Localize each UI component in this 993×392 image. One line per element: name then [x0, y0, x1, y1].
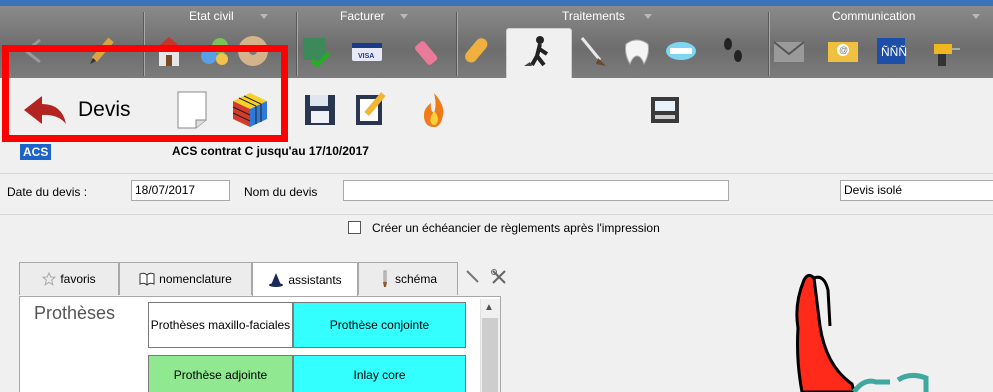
email-icon[interactable]: @ — [826, 34, 860, 68]
button-prothese-adjointe[interactable]: Prothèse adjointe — [148, 355, 293, 392]
acs-badge: ACS — [20, 144, 52, 160]
tab-tools[interactable] — [486, 262, 512, 295]
wizard-hat-icon — [268, 272, 284, 288]
app-window: Etat civil Facturer Traitements Communic… — [0, 0, 993, 392]
pen-icon — [465, 269, 481, 288]
button-prothese-conjointe[interactable]: Prothèse conjointe — [293, 302, 466, 348]
schedule-checkbox-label[interactable]: Créer un échéancier de règlements après … — [372, 221, 660, 235]
tab-schema-label: schéma — [394, 272, 438, 286]
tab-nomenclature[interactable]: nomenclature — [119, 262, 252, 295]
group-label-etat-civil[interactable]: Etat civil — [189, 9, 234, 23]
visa-card-icon[interactable]: VISA — [350, 34, 384, 68]
edit-pencil-icon — [356, 92, 386, 125]
button-inlay-core[interactable]: Inlay core — [293, 355, 466, 392]
panel-title: Prothèses — [34, 303, 116, 323]
tooth-icon[interactable] — [620, 34, 654, 68]
dentures-icon[interactable] — [664, 34, 698, 68]
tools-icon — [490, 268, 508, 289]
flame-icon — [423, 93, 444, 127]
svg-text:VISA: VISA — [358, 53, 374, 60]
star-icon — [42, 272, 57, 286]
tab-assistants[interactable]: assistants — [252, 262, 358, 296]
worker-dig-icon[interactable] — [520, 34, 554, 68]
tab-assistants-label: assistants — [288, 272, 342, 287]
contacts-icon[interactable]: ÑÑÑ — [874, 34, 908, 68]
devis-type-field[interactable]: Devis isolé — [840, 180, 993, 201]
tab-nomenclature-label: nomenclature — [159, 272, 232, 286]
pill-icon[interactable] — [460, 34, 494, 68]
schedule-checkbox[interactable] — [348, 221, 361, 234]
chevron-down-icon[interactable] — [400, 14, 408, 19]
group-label-facturer[interactable]: Facturer — [340, 9, 385, 23]
invoice-check-icon[interactable] — [300, 34, 334, 68]
scanner-icon — [651, 97, 679, 123]
footprints-icon[interactable] — [716, 34, 750, 68]
brush-icon[interactable] — [576, 34, 610, 68]
group-label-traitements[interactable]: Traitements — [562, 9, 625, 23]
date-field[interactable]: 18/07/2017 — [131, 180, 230, 201]
tab-favoris[interactable]: favoris — [19, 262, 119, 295]
drill-icon[interactable] — [928, 34, 962, 68]
name-field[interactable] — [343, 180, 729, 201]
scrollbar-thumb[interactable] — [482, 318, 498, 392]
tab-pen[interactable] — [458, 262, 488, 295]
date-label: Date du devis : — [7, 185, 88, 199]
book-icon — [139, 272, 155, 286]
group-label-communication[interactable]: Communication — [832, 9, 915, 23]
tab-schema[interactable]: schéma — [358, 262, 458, 295]
name-label: Nom du devis — [244, 185, 318, 199]
envelope-icon[interactable] — [772, 34, 806, 68]
scroll-up-icon[interactable]: ▲ — [484, 302, 494, 313]
tooth-schema-drawing[interactable] — [780, 270, 993, 392]
toolbar-separator — [456, 12, 458, 76]
chevron-down-icon[interactable] — [972, 14, 980, 19]
brush-icon — [379, 270, 391, 288]
edit-button[interactable] — [350, 86, 394, 132]
svg-text:ÑÑÑ: ÑÑÑ — [881, 45, 907, 59]
eraser-icon[interactable] — [410, 34, 444, 68]
chevron-down-icon[interactable] — [260, 14, 268, 19]
svg-text:@: @ — [839, 45, 848, 55]
button-protheses-maxillo-faciales[interactable]: Prothèses maxillo-faciales — [148, 302, 293, 348]
tab-favoris-label: favoris — [60, 272, 96, 286]
scan-button[interactable] — [645, 88, 685, 132]
toolbar-separator — [768, 12, 770, 76]
toolbar-separator — [296, 12, 298, 76]
highlight-box — [2, 45, 288, 142]
chevron-down-icon[interactable] — [644, 14, 652, 19]
floppy-save-icon — [305, 95, 335, 125]
acs-contract-text: ACS contrat C jusqu'au 17/10/2017 — [172, 144, 369, 158]
flame-button[interactable] — [414, 88, 454, 132]
save-button[interactable] — [300, 88, 340, 132]
